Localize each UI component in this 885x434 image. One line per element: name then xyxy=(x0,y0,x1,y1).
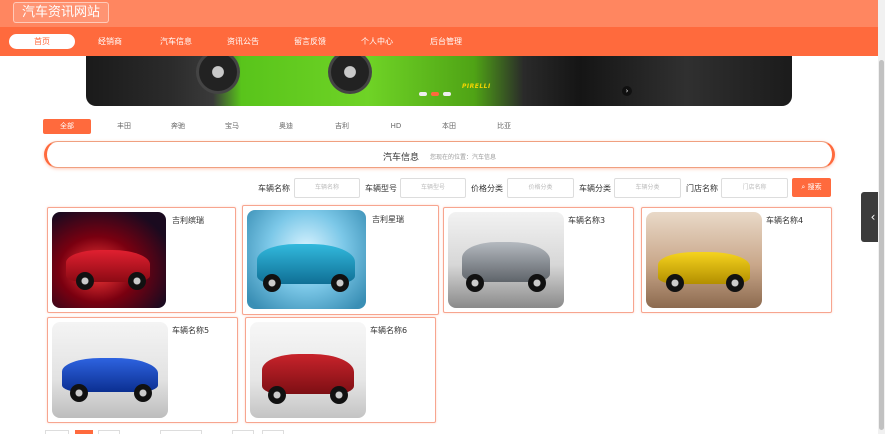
store-name-input[interactable]: 门店名称 xyxy=(721,178,788,198)
carousel-dot[interactable] xyxy=(419,92,427,96)
pagination-page[interactable] xyxy=(98,430,120,434)
carousel-dot-active[interactable] xyxy=(431,92,439,96)
banner-carousel[interactable]: PIRELLI › xyxy=(86,56,792,106)
car-wheel xyxy=(666,274,684,292)
car-wheel xyxy=(726,274,744,292)
car-category-label: 车辆分类 xyxy=(579,184,611,193)
category-tab[interactable]: 本田 xyxy=(425,119,473,134)
category-tab[interactable]: HD xyxy=(372,119,420,134)
category-tab[interactable]: 比亚 xyxy=(480,119,528,134)
car-category-input[interactable]: 车辆分类 xyxy=(614,178,681,198)
car-wheel xyxy=(70,384,88,402)
car-name[interactable]: 吉利星瑞 xyxy=(372,215,404,225)
car-wheel xyxy=(134,384,152,402)
banner-car-wheel xyxy=(328,56,372,94)
scrollbar-thumb[interactable] xyxy=(879,60,884,430)
car-image[interactable] xyxy=(646,212,762,308)
banner-brand-text: PIRELLI xyxy=(462,83,491,90)
car-image[interactable] xyxy=(52,322,168,418)
search-icon: ⌕ xyxy=(801,183,806,191)
carousel-dot[interactable] xyxy=(443,92,451,96)
car-model-label: 车辆型号 xyxy=(365,184,397,193)
car-card[interactable]: 吉利缤瑞 xyxy=(47,207,236,313)
car-image[interactable] xyxy=(247,210,366,309)
chevron-left-icon: ‹ xyxy=(870,210,876,224)
pagination-jump[interactable] xyxy=(160,430,202,434)
nav-item-feedback[interactable]: 留言反馈 xyxy=(277,34,343,49)
carousel-indicators xyxy=(419,92,451,96)
nav-item-user-center[interactable]: 个人中心 xyxy=(344,34,410,49)
category-tab-all[interactable]: 全部 xyxy=(43,119,91,134)
search-button[interactable]: ⌕ 搜索 xyxy=(792,178,831,197)
car-name[interactable]: 车辆名称6 xyxy=(370,326,407,336)
breadcrumb: 您现在的位置：汽车信息 xyxy=(430,154,497,161)
car-card[interactable]: 吉利星瑞 xyxy=(242,205,439,315)
price-category-input[interactable]: 价格分类 xyxy=(507,178,574,198)
car-image[interactable] xyxy=(448,212,564,308)
category-tab[interactable]: 奔驰 xyxy=(154,119,202,134)
site-title[interactable]: 汽车资讯网站 xyxy=(13,2,110,23)
pagination-prev[interactable] xyxy=(45,430,69,434)
car-name[interactable]: 车辆名称5 xyxy=(172,326,209,336)
car-wheel xyxy=(76,272,94,290)
nav-item-dealers[interactable]: 经销商 xyxy=(77,34,143,49)
category-tab[interactable]: 吉利 xyxy=(318,119,366,134)
section-title: 汽车信息 xyxy=(383,153,420,163)
nav-item-home[interactable]: 首页 xyxy=(9,34,75,49)
search-button-label: 搜索 xyxy=(807,183,822,191)
section-heading: 汽车信息 您现在的位置：汽车信息 xyxy=(44,141,835,168)
car-name[interactable]: 车辆名称4 xyxy=(766,216,803,226)
car-wheel xyxy=(263,274,281,292)
nav-item-car-info[interactable]: 汽车信息 xyxy=(143,34,209,49)
car-wheel xyxy=(330,386,348,404)
nav-item-news[interactable]: 资讯公告 xyxy=(210,34,276,49)
car-wheel xyxy=(268,386,286,404)
category-tab[interactable]: 丰田 xyxy=(100,119,148,134)
page: 汽车资讯网站 首页 经销商 汽车信息 资讯公告 留言反馈 个人中心 后台管理 P… xyxy=(0,0,885,434)
pagination-page-current[interactable] xyxy=(75,430,93,434)
nav-item-admin[interactable]: 后台管理 xyxy=(413,34,479,49)
car-card[interactable]: 车辆名称3 xyxy=(443,207,634,313)
car-image[interactable] xyxy=(52,212,166,308)
carousel-next-icon[interactable]: › xyxy=(622,86,632,96)
car-wheel xyxy=(128,272,146,290)
car-card[interactable]: 车辆名称6 xyxy=(245,317,436,423)
car-name-input[interactable]: 车辆名称 xyxy=(294,178,360,198)
car-model-input[interactable]: 车辆型号 xyxy=(400,178,466,198)
pagination-next[interactable] xyxy=(262,430,284,434)
car-wheel xyxy=(331,274,349,292)
car-card[interactable]: 车辆名称4 xyxy=(641,207,832,313)
top-bar: 汽车资讯网站 xyxy=(0,0,878,27)
pagination-page[interactable] xyxy=(232,430,254,434)
category-tab[interactable]: 宝马 xyxy=(208,119,256,134)
car-name[interactable]: 车辆名称3 xyxy=(568,216,605,226)
category-tab[interactable]: 奥迪 xyxy=(262,119,310,134)
car-wheel xyxy=(528,274,546,292)
car-card[interactable]: 车辆名称5 xyxy=(47,317,238,423)
price-category-label: 价格分类 xyxy=(471,184,503,193)
banner-car-wheel xyxy=(196,56,240,94)
car-name[interactable]: 吉利缤瑞 xyxy=(172,216,204,226)
store-name-label: 门店名称 xyxy=(686,184,718,193)
car-wheel xyxy=(466,274,484,292)
main-nav: 首页 经销商 汽车信息 资讯公告 留言反馈 个人中心 后台管理 xyxy=(0,27,878,56)
car-image[interactable] xyxy=(250,322,366,418)
car-name-label: 车辆名称 xyxy=(258,184,290,193)
scrollbar[interactable] xyxy=(878,0,885,434)
